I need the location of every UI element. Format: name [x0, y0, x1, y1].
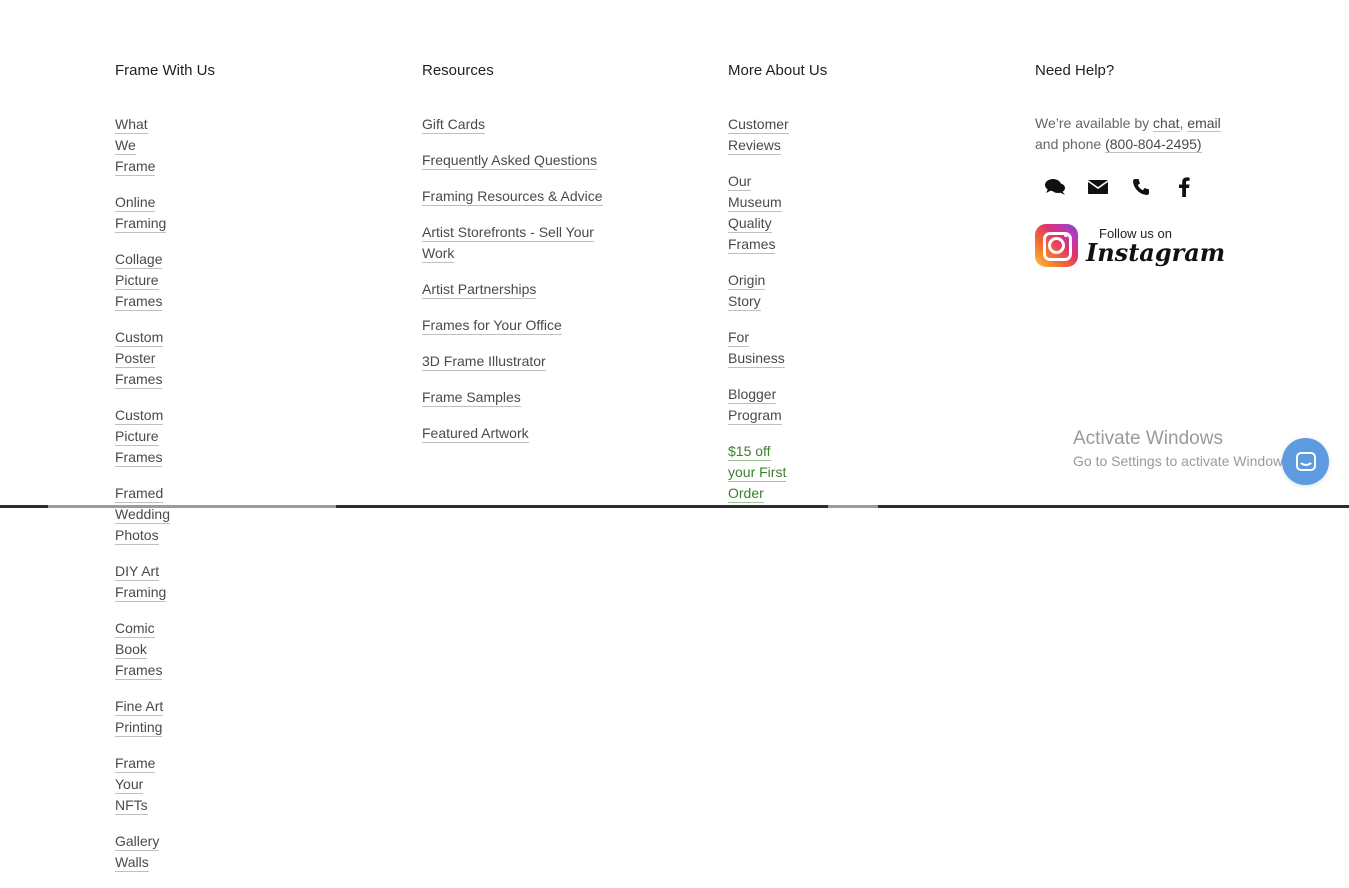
footer-link-frame-samples[interactable]: Frame Samples	[422, 389, 521, 407]
footer-link-custom-picture-frames[interactable]: Custom Picture Frames	[115, 407, 164, 467]
footer-link-origin-story[interactable]: Origin Story	[728, 272, 766, 311]
link-list: What We Frame Online Framing Collage Pic…	[115, 114, 171, 888]
footer-link-fine-art-printing[interactable]: Fine Art Printing	[115, 698, 164, 737]
availability-prefix: We’re available by	[1035, 115, 1154, 131]
footer-link-gallery-walls[interactable]: Gallery Walls	[115, 833, 160, 872]
footer-link-comic-book-frames[interactable]: Comic Book Frames	[115, 620, 163, 680]
footer-link-gift-cards[interactable]: Gift Cards	[422, 116, 486, 134]
column-heading: Resources	[422, 62, 494, 79]
link-list: Customer Reviews Our Museum Quality Fram…	[728, 114, 789, 519]
column-heading: More About Us	[728, 62, 828, 79]
column-heading: Need Help?	[1035, 62, 1115, 79]
footer-link-for-business[interactable]: For Business	[728, 329, 785, 368]
chat-widget-icon	[1295, 451, 1316, 471]
watermark-title: Activate Windows	[1073, 428, 1223, 449]
link-list: Gift Cards Frequently Asked Questions Fr…	[422, 114, 612, 459]
chat-link[interactable]: chat	[1153, 115, 1180, 132]
column-heading: Frame With Us	[115, 62, 216, 79]
footer-link-museum-quality-frames[interactable]: Our Museum Quality Frames	[728, 173, 782, 254]
footer-link-online-framing[interactable]: Online Framing	[115, 194, 167, 233]
footer-link-featured-artwork[interactable]: Featured Artwork	[422, 425, 529, 443]
availability-text: We’re available by chat, email and phone…	[1035, 113, 1245, 155]
email-icon[interactable]	[1086, 176, 1110, 198]
footer-link-collage-picture-frames[interactable]: Collage Picture Frames	[115, 251, 163, 311]
footer-link-artist-storefronts[interactable]: Artist Storefronts - Sell Your Work	[422, 224, 594, 263]
footer-link-frames-for-office[interactable]: Frames for Your Office	[422, 317, 562, 335]
footer-link-custom-poster-frames[interactable]: Custom Poster Frames	[115, 329, 164, 389]
instagram-text: Follow us on Instagram	[1086, 227, 1225, 265]
phone-link[interactable]: (800-804-2495)	[1105, 136, 1202, 153]
footer-link-framing-resources[interactable]: Framing Resources & Advice	[422, 188, 603, 206]
footer-link-faq[interactable]: Frequently Asked Questions	[422, 152, 598, 170]
footer-link-first-order-discount[interactable]: $15 off your First Order	[728, 443, 787, 503]
footer-link-3d-frame-illustrator[interactable]: 3D Frame Illustrator	[422, 353, 546, 371]
activate-windows-watermark: Activate Windows Go to Settings to activ…	[1073, 428, 1294, 469]
contact-icons	[1043, 176, 1196, 198]
footer-link-frame-your-nfts[interactable]: Frame Your NFTs	[115, 755, 156, 815]
footer-link-artist-partnerships[interactable]: Artist Partnerships	[422, 281, 537, 299]
instagram-follow-link[interactable]: Follow us on Instagram	[1035, 224, 1225, 267]
chat-icon[interactable]	[1043, 176, 1067, 198]
footer-link-diy-art-framing[interactable]: DIY Art Framing	[115, 563, 167, 602]
live-chat-button[interactable]	[1282, 438, 1329, 485]
footer-link-framed-wedding-photos[interactable]: Framed Wedding Photos	[115, 485, 171, 545]
footer-link-what-we-frame[interactable]: What We Frame	[115, 116, 156, 176]
email-link[interactable]: email	[1187, 115, 1221, 132]
footer-link-blogger-program[interactable]: Blogger Program	[728, 386, 782, 425]
instagram-wordmark: Instagram	[1086, 237, 1226, 267]
facebook-icon[interactable]	[1172, 176, 1196, 198]
instagram-icon	[1035, 224, 1078, 267]
watermark-subtitle: Go to Settings to activate Windows.	[1073, 453, 1294, 469]
phone-icon[interactable]	[1129, 176, 1153, 198]
footer-link-customer-reviews[interactable]: Customer Reviews	[728, 116, 789, 155]
availability-middle: and phone	[1035, 136, 1106, 152]
